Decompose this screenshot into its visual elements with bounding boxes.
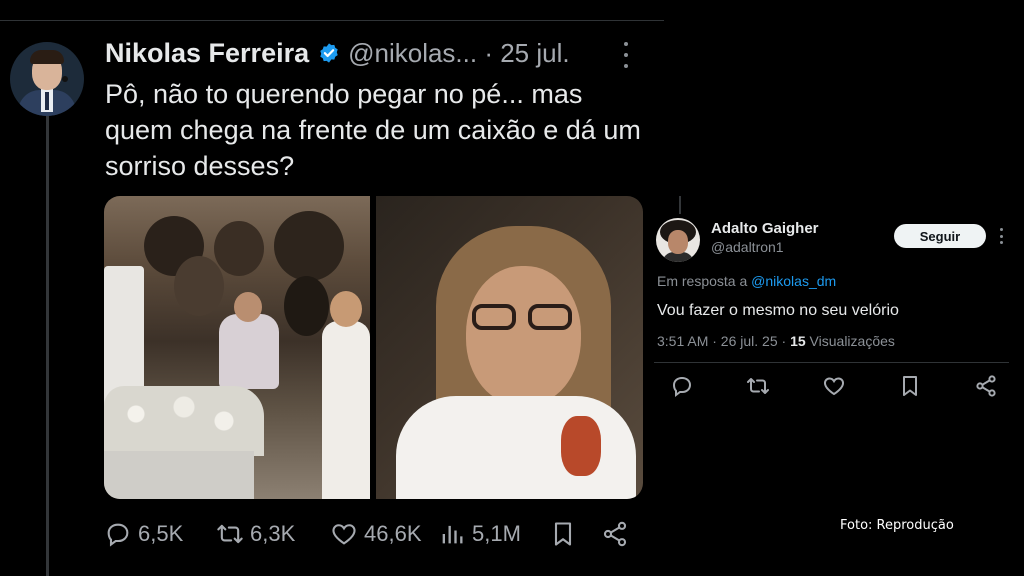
in-reply-prefix: Em resposta a xyxy=(657,273,748,289)
author-avatar[interactable] xyxy=(10,42,84,116)
reply-thread-stub xyxy=(679,196,681,214)
top-divider xyxy=(0,20,664,21)
reply-tweet: Adalto Gaigher @adaltron1 Seguir Em resp… xyxy=(654,196,1018,416)
funeral-photo[interactable] xyxy=(104,196,370,499)
reply-meta: 3:51 AM · 26 jul. 25 · 15 Visualizações xyxy=(657,333,895,349)
author-name[interactable]: Nikolas Ferreira xyxy=(105,38,309,69)
views-button[interactable]: 5,1M xyxy=(438,517,521,551)
bookmark-button[interactable] xyxy=(549,517,577,551)
reply-author-avatar[interactable] xyxy=(656,218,700,262)
like-count: 46,6K xyxy=(364,521,422,546)
views-count: 5,1M xyxy=(472,521,521,546)
reply-count: 6,5K xyxy=(138,521,184,546)
tweet-media[interactable] xyxy=(104,196,643,499)
bookmark-icon xyxy=(554,522,572,546)
views-chart-icon xyxy=(442,525,463,544)
smiling-woman-photo[interactable] xyxy=(376,196,643,499)
tweet-text: Pô, não to querendo pegar no pé... mas q… xyxy=(105,79,641,181)
reply-actions xyxy=(654,374,1009,400)
repost-icon[interactable] xyxy=(746,374,770,398)
reply-views-label: Visualizações xyxy=(805,333,895,349)
reply-views-count: 15 xyxy=(790,333,806,349)
in-reply-to: Em resposta a @nikolas_dm xyxy=(657,273,836,289)
share-icon[interactable] xyxy=(974,374,998,398)
repost-button[interactable]: 6,3K xyxy=(216,517,295,551)
reply-button[interactable]: 6,5K xyxy=(104,517,183,551)
reply-more-options-icon[interactable] xyxy=(1000,228,1004,244)
repost-count: 6,3K xyxy=(250,521,296,546)
heart-icon[interactable] xyxy=(822,374,846,398)
follow-button[interactable]: Seguir xyxy=(894,224,986,248)
author-handle-date[interactable]: @nikolas... · 25 jul. xyxy=(348,38,569,69)
tweet-actions: 6,5K 6,3K 46,6K 5,1M xyxy=(104,517,644,551)
heart-icon xyxy=(332,524,356,545)
reply-timestamp[interactable]: 3:51 AM · 26 jul. 25 · xyxy=(657,333,790,349)
thread-line xyxy=(46,112,49,576)
reply-divider xyxy=(654,362,1009,363)
verified-badge-icon xyxy=(320,43,338,63)
reply-author-name[interactable]: Adalto Gaigher xyxy=(711,220,819,237)
share-button[interactable] xyxy=(601,517,629,551)
share-icon xyxy=(603,521,627,547)
reply-icon[interactable] xyxy=(670,374,694,398)
reply-text: Vou fazer o mesmo no seu velório xyxy=(657,302,899,319)
like-button[interactable]: 46,6K xyxy=(330,517,422,551)
photo-credit: Foto: Reprodução xyxy=(840,518,954,533)
more-options-icon[interactable] xyxy=(618,42,634,68)
reply-author-handle[interactable]: @adaltron1 xyxy=(711,239,784,255)
repost-icon xyxy=(217,524,243,544)
reply-icon xyxy=(107,523,129,547)
in-reply-mention[interactable]: @nikolas_dm xyxy=(751,273,836,289)
bookmark-icon[interactable] xyxy=(898,374,922,398)
tweet-header: Nikolas Ferreira @nikolas... · 25 jul. xyxy=(105,36,570,70)
